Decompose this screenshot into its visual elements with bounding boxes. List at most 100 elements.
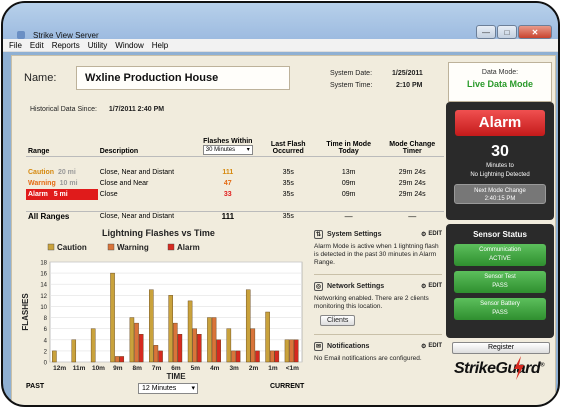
bar bbox=[245, 289, 251, 363]
past-label: PAST bbox=[26, 383, 45, 390]
x-tick-label: 8m bbox=[133, 365, 143, 372]
network-icon: ◎ bbox=[314, 281, 323, 291]
minimize-button[interactable]: — bbox=[476, 25, 496, 39]
main-content: Name: Wxline Production House System Dat… bbox=[11, 55, 556, 405]
bar bbox=[173, 322, 178, 363]
menu-edit[interactable]: Edit bbox=[30, 41, 44, 50]
y-tick-label: 10 bbox=[40, 305, 47, 311]
col-mode-change-1: Mode Change bbox=[389, 140, 436, 148]
col-last-flash-1: Last Flash bbox=[270, 140, 306, 148]
menu-reports[interactable]: Reports bbox=[52, 41, 80, 50]
alarm-status-button[interactable]: Alarm bbox=[455, 110, 545, 136]
range-distance: 10 mi bbox=[59, 180, 78, 187]
col-time-mode: Time in Mode Today bbox=[316, 126, 381, 157]
gear-icon: ⚙ bbox=[420, 231, 427, 238]
edit-label: EDIT bbox=[428, 283, 442, 289]
y-axis-label: FLASHES bbox=[21, 293, 30, 331]
app-icon bbox=[17, 31, 25, 39]
logo-part-1: Strike bbox=[454, 360, 496, 377]
legend-swatch bbox=[47, 243, 55, 251]
status-label: Sensor Test bbox=[484, 274, 516, 280]
bar bbox=[119, 356, 125, 363]
title-bar: Strike View Server — □ ✕ bbox=[3, 3, 558, 40]
time-mode-cell: 09m bbox=[341, 191, 356, 198]
next-mode-label: Next Mode Change bbox=[474, 188, 526, 194]
strikeguard-logo: StrikeGuard® bbox=[454, 360, 545, 378]
mail-icon: ✉ bbox=[314, 341, 323, 351]
system-settings-text: Alarm Mode is active when 1 lightning fl… bbox=[314, 243, 439, 266]
bar bbox=[192, 328, 197, 363]
sensor-test-status[interactable]: Sensor Test PASS bbox=[454, 271, 546, 293]
flashes-cell: 111 bbox=[196, 210, 260, 222]
col-last-flash-2: Occurred bbox=[272, 147, 304, 155]
bar bbox=[138, 334, 144, 363]
bar bbox=[134, 322, 139, 363]
app-window: Strike View Server — □ ✕ File Edit Repor… bbox=[1, 1, 560, 407]
system-date-label: System Date: bbox=[330, 70, 373, 77]
timer-cell: — bbox=[380, 210, 444, 222]
divider bbox=[314, 334, 442, 335]
historical-value: 1/7/2011 2:40 PM bbox=[108, 106, 165, 113]
x-tick-label: 11m bbox=[73, 365, 86, 372]
communication-status[interactable]: Communication ACTIVE bbox=[454, 244, 546, 266]
status-label: Communication bbox=[479, 247, 521, 253]
sensor-status-title: Sensor Status bbox=[473, 230, 527, 239]
name-label: Name: bbox=[24, 72, 57, 84]
y-tick-label: 6 bbox=[44, 327, 48, 333]
x-tick-label: 5m bbox=[191, 365, 201, 372]
col-last-flash: Last Flash Occurred bbox=[259, 126, 317, 157]
bar bbox=[226, 328, 232, 363]
x-tick-label: 3m bbox=[229, 365, 239, 372]
menu-utility[interactable]: Utility bbox=[88, 41, 108, 50]
y-tick-label: 14 bbox=[40, 283, 47, 289]
col-description: Description bbox=[97, 126, 197, 157]
bar bbox=[235, 350, 241, 363]
clients-button[interactable]: Clients bbox=[320, 315, 356, 326]
col-time-mode-1: Time in Mode bbox=[326, 140, 371, 148]
current-label: CURRENT bbox=[270, 383, 305, 390]
notifications-edit-button[interactable]: ⚙ EDIT bbox=[421, 343, 442, 350]
system-edit-button[interactable]: ⚙ EDIT bbox=[421, 231, 442, 238]
x-tick-label: 9m bbox=[113, 365, 123, 372]
count-sub-2: No Lightning Detected bbox=[470, 172, 530, 178]
col-time-mode-2: Today bbox=[338, 147, 359, 155]
sensor-battery-status[interactable]: Sensor Battery PASS bbox=[454, 298, 546, 320]
bar bbox=[71, 339, 77, 363]
menu-window[interactable]: Window bbox=[115, 41, 143, 50]
interval-select[interactable]: 12 Minutes bbox=[138, 383, 198, 394]
next-mode-change: Next Mode Change 2:40:15 PM bbox=[454, 184, 546, 204]
range-table: Range Description Flashes Within 30 Minu… bbox=[26, 126, 444, 222]
gear-icon: ⚙ bbox=[420, 283, 427, 290]
system-settings-title: System Settings bbox=[327, 230, 382, 238]
time-mode-cell: 09m bbox=[341, 180, 356, 187]
close-button[interactable]: ✕ bbox=[518, 25, 552, 39]
col-flashes: Flashes Within 30 Minutes bbox=[196, 126, 260, 157]
bar bbox=[216, 339, 221, 363]
maximize-button[interactable]: □ bbox=[497, 25, 517, 39]
menu-file[interactable]: File bbox=[9, 41, 22, 50]
range-cell: Warning 10 mi bbox=[26, 178, 98, 189]
range-distance: 5 mi bbox=[53, 191, 68, 198]
system-date-value: 1/25/2011 bbox=[392, 70, 423, 77]
flashes-within-select[interactable]: 30 Minutes bbox=[202, 144, 253, 155]
description-cell: Close and Near bbox=[99, 180, 149, 187]
network-edit-button[interactable]: ⚙ EDIT bbox=[421, 283, 442, 290]
system-time-value: 2:10 PM bbox=[396, 82, 423, 89]
table-row-caution: Caution 20 mi Close, Near and Distant 11… bbox=[26, 167, 444, 178]
col-mode-change: Mode Change Timer bbox=[380, 126, 444, 157]
flash-chart: Caution Warning Alarm 0 2 4 6 8 10 12 14 16 18 FLASHE… bbox=[18, 240, 310, 405]
network-settings-text: Networking enabled. There are 2 clients … bbox=[314, 295, 429, 310]
next-mode-time: 2:40:15 PM bbox=[484, 196, 516, 202]
menu-help[interactable]: Help bbox=[152, 41, 168, 50]
bar bbox=[289, 339, 294, 363]
system-settings-panel: ⇅ System Settings ⚙ EDIT Alarm Mode is ac… bbox=[314, 228, 442, 267]
col-flashes-label: Flashes Within bbox=[203, 137, 253, 145]
x-tick-label: 7m bbox=[152, 365, 162, 372]
y-tick-label: 2 bbox=[44, 349, 48, 355]
y-tick-label: 4 bbox=[44, 338, 48, 344]
timer-cell: 29m 24s bbox=[398, 191, 426, 198]
bar bbox=[293, 339, 299, 363]
timer-cell: 29m 24s bbox=[398, 169, 426, 176]
register-button[interactable]: Register bbox=[452, 342, 550, 354]
range-name: Warning bbox=[28, 180, 56, 187]
